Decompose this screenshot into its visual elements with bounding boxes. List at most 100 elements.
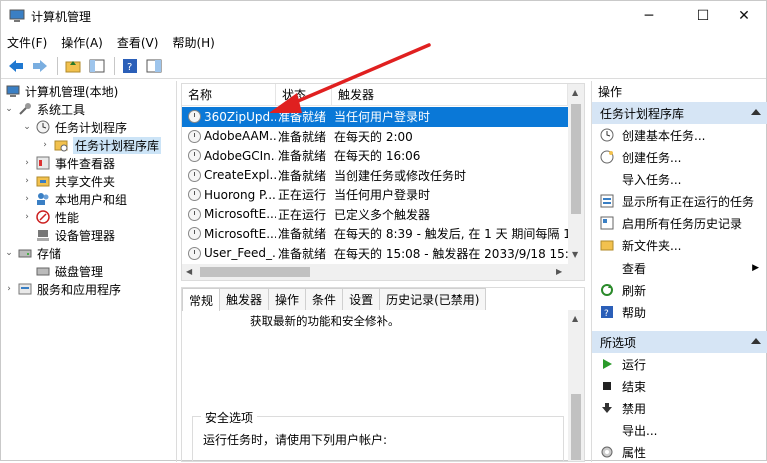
action-show-running-tasks[interactable]: 显示所有正在运行的任务 [592, 190, 767, 212]
column-header-trigger[interactable]: 触发器 [332, 84, 568, 105]
details-vertical-scrollbar[interactable]: ▲ [568, 310, 584, 461]
tab-triggers[interactable]: 触发器 [219, 288, 270, 310]
console-tree: 计算机管理(本地) ⌄ 系统工具 ⌄ 任务计划程序 › 任务计划程序库 › 事件… [1, 81, 177, 462]
submenu-arrow-icon: ▶ [752, 263, 759, 273]
svg-text:?: ? [127, 62, 132, 73]
action-new-folder[interactable]: 新文件夹... [592, 234, 767, 256]
actions-section-library[interactable]: 任务计划程序库 [592, 102, 767, 124]
task-row[interactable]: 360ZipUpd... 准备就绪 当任何用户登录时 [182, 107, 568, 127]
tree-task-scheduler[interactable]: ⌄ 任务计划程序 [21, 118, 127, 136]
scroll-thumb[interactable] [571, 104, 581, 214]
help-button[interactable]: ? [119, 55, 141, 77]
computer-management-window: 计算机管理 ─ ☐ ✕ 文件(F) 操作(A) 查看(V) 帮助(H) ? 计算… [0, 0, 767, 462]
task-row[interactable]: CreateExpl... 准备就绪 当创建任务或修改任务时 [182, 166, 568, 186]
task-row[interactable]: MicrosoftE... 准备就绪 在每天的 8:39 - 触发后, 在 1 … [182, 224, 568, 244]
chevron-right-icon[interactable]: › [21, 212, 33, 222]
back-arrow-icon [9, 59, 23, 72]
action-export[interactable]: 导出... [592, 419, 767, 441]
toolbar: ? [1, 53, 766, 79]
tree-services-apps[interactable]: › 服务和应用程序 [3, 280, 121, 298]
action-refresh[interactable]: 刷新 [592, 279, 767, 301]
menu-help[interactable]: 帮助(H) [172, 34, 214, 51]
menu-view[interactable]: 查看(V) [117, 34, 159, 51]
scroll-right-icon[interactable]: ▶ [556, 267, 562, 276]
action-properties[interactable]: 属性 [592, 441, 767, 463]
chevron-right-icon[interactable]: › [21, 176, 33, 186]
action-help[interactable]: ? 帮助 [592, 301, 767, 323]
task-list-vertical-scrollbar[interactable]: ▲ ▼ [568, 84, 584, 264]
tree-task-scheduler-library[interactable]: › 任务计划程序库 [39, 136, 162, 154]
up-folder-button[interactable] [62, 55, 84, 77]
clock-icon [35, 119, 51, 135]
tree-local-users[interactable]: › 本地用户和组 [21, 190, 127, 208]
scroll-left-icon[interactable]: ◀ [186, 267, 192, 276]
scroll-up-icon[interactable]: ▲ [572, 314, 578, 323]
tree-shared-folders[interactable]: › 共享文件夹 [21, 172, 115, 190]
tree-event-viewer[interactable]: › 事件查看器 [21, 154, 115, 172]
menu-file[interactable]: 文件(F) [7, 34, 47, 51]
tab-actions[interactable]: 操作 [268, 288, 307, 310]
chevron-down-icon[interactable]: ⌄ [21, 122, 33, 132]
action-end[interactable]: 结束 [592, 375, 767, 397]
users-icon [35, 191, 51, 207]
task-clock-icon [188, 129, 201, 143]
tab-settings[interactable]: 设置 [342, 288, 381, 310]
task-row[interactable]: Huorong P... 正在运行 当任何用户登录时 [182, 185, 568, 205]
maximize-button[interactable]: ☐ [680, 1, 726, 31]
tree-performance[interactable]: › 性能 [21, 208, 79, 226]
tree-storage[interactable]: ⌄ 存储 [3, 244, 61, 262]
show-hide-tree-button[interactable] [86, 55, 108, 77]
show-hide-action-pane-button[interactable] [143, 55, 165, 77]
history-icon [600, 216, 614, 230]
toolbar-separator [57, 56, 58, 75]
action-import-task[interactable]: 导入任务... [592, 168, 767, 190]
back-button[interactable] [5, 55, 27, 77]
tab-conditions[interactable]: 条件 [305, 288, 344, 310]
tab-history[interactable]: 历史记录(已禁用) [379, 288, 487, 310]
action-create-basic-task[interactable]: 创建基本任务... [592, 124, 767, 146]
minimize-button[interactable]: ─ [626, 1, 672, 31]
scroll-down-icon[interactable]: ▼ [572, 250, 578, 259]
chevron-right-icon[interactable]: › [21, 194, 33, 204]
actions-pane: 操作 任务计划程序库 创建基本任务... 创建任务... 导入任务... 显示所… [591, 81, 767, 462]
tree-system-tools[interactable]: ⌄ 系统工具 [3, 100, 85, 118]
action-view[interactable]: 查看 ▶ [592, 257, 767, 279]
action-run[interactable]: 运行 [592, 353, 767, 375]
scroll-thumb[interactable] [571, 394, 581, 460]
action-disable[interactable]: 禁用 [592, 397, 767, 419]
chevron-right-icon[interactable]: › [39, 140, 51, 150]
task-row[interactable]: User_Feed_... 准备就绪 在每天的 15:08 - 触发器在 203… [182, 244, 568, 264]
column-header-name[interactable]: 名称 [182, 84, 276, 105]
tree-device-manager[interactable]: 设备管理器 [33, 226, 115, 244]
disable-arrow-icon [600, 401, 614, 415]
task-list-header: 名称 状态 触发器 [182, 84, 568, 106]
scroll-thumb[interactable] [200, 267, 310, 277]
chevron-down-icon[interactable]: ⌄ [3, 248, 15, 258]
task-clock-icon [188, 188, 201, 202]
close-button[interactable]: ✕ [721, 1, 767, 31]
task-row[interactable]: MicrosoftE... 正在运行 已定义多个触发器 [182, 205, 568, 225]
chevron-down-icon[interactable]: ⌄ [3, 104, 15, 114]
action-enable-history[interactable]: 启用所有任务历史记录 [592, 212, 767, 234]
collapse-icon[interactable] [751, 338, 761, 344]
collapse-icon[interactable] [751, 109, 761, 115]
menu-action[interactable]: 操作(A) [61, 34, 103, 51]
tree-disk-management[interactable]: 磁盘管理 [33, 262, 103, 280]
forward-button[interactable] [29, 55, 51, 77]
tab-general[interactable]: 常规 [182, 288, 221, 311]
chevron-right-icon[interactable]: › [21, 158, 33, 168]
play-icon [600, 357, 614, 371]
import-icon [600, 172, 614, 186]
task-list-horizontal-scrollbar[interactable]: ◀ ▶ [182, 264, 584, 280]
task-row[interactable]: AdobeAAM... 准备就绪 在每天的 2:00 [182, 127, 568, 147]
task-row[interactable]: AdobeGCIn... 准备就绪 在每天的 16:06 [182, 146, 568, 166]
action-create-task[interactable]: 创建任务... [592, 146, 767, 168]
device-manager-icon [35, 227, 51, 243]
tree-root[interactable]: 计算机管理(本地) [3, 82, 118, 100]
chevron-right-icon[interactable]: › [3, 284, 15, 294]
new-folder-icon [600, 238, 614, 252]
column-header-status[interactable]: 状态 [276, 84, 332, 105]
scroll-up-icon[interactable]: ▲ [572, 88, 578, 97]
running-tasks-icon [600, 194, 614, 208]
actions-section-selected[interactable]: 所选项 [592, 331, 767, 353]
